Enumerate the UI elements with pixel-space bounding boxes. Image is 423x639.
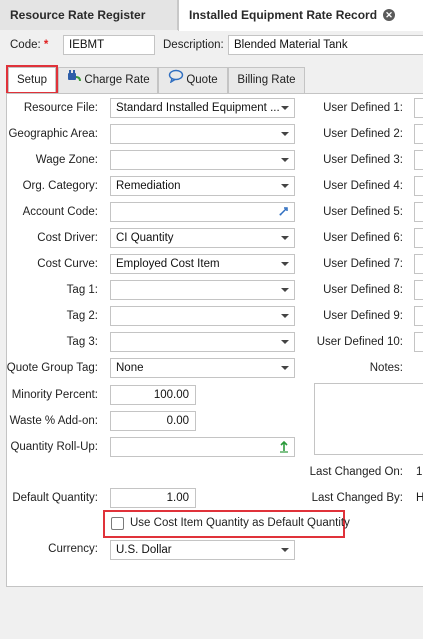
user-defined-5-field[interactable] [414,202,423,222]
last-changed-on-label: Last Changed On: [309,466,403,478]
description-label: Description: [163,39,224,51]
minority-percent-field[interactable]: 100.00 [110,385,196,405]
description-field[interactable]: Blended Material Tank [228,35,423,55]
required-asterisk: * [43,39,49,51]
chevron-down-icon[interactable] [281,184,289,188]
user-defined-9-field[interactable] [414,306,423,326]
resource-file-select[interactable]: Standard Installed Equipment ... [110,98,295,118]
user-defined-2-label: User Defined 2: [323,128,403,140]
code-label: Code: * [10,39,49,51]
quote-group-tag-select[interactable]: None [110,358,295,378]
cost-driver-label: Cost Driver: [37,232,98,244]
tag2-select[interactable] [110,306,295,326]
cost-curve-label: Cost Curve: [37,258,98,270]
lookup-icon[interactable] [278,205,290,221]
default-quantity-field[interactable]: 1.00 [110,488,196,508]
tag1-label: Tag 1: [66,284,98,296]
chevron-down-icon[interactable] [281,314,289,318]
tab-label: Charge Rate [84,74,150,87]
currency-label: Currency: [48,543,98,555]
tab-label: Installed Equipment Rate Record [189,8,378,22]
tab-label: Resource Rate Register [10,8,146,22]
user-defined-1-field[interactable] [414,98,423,118]
tab-billing-rate[interactable]: Billing Rate [228,67,305,93]
tab-quote[interactable]: Quote [158,67,228,93]
quantity-rollup-field[interactable] [110,437,295,457]
user-defined-6-label: User Defined 6: [323,232,403,244]
user-defined-2-field[interactable] [414,124,423,144]
waste-addon-label: Waste % Add-on: [9,415,98,427]
geographic-area-select[interactable] [110,124,295,144]
plug-icon [66,68,82,92]
tab-resource-rate-register[interactable]: Resource Rate Register [0,0,178,30]
user-defined-6-field[interactable] [414,228,423,248]
rollup-arrow-icon[interactable] [278,440,290,456]
wage-zone-label: Wage Zone: [35,154,98,166]
chevron-down-icon[interactable] [281,132,289,136]
code-field[interactable]: IEBMT [63,35,155,55]
wage-zone-select[interactable] [110,150,295,170]
minority-percent-label: Minority Percent: [11,389,98,401]
waste-addon-field[interactable]: 0.00 [110,411,196,431]
user-defined-4-label: User Defined 4: [323,180,403,192]
notes-textarea[interactable] [314,383,423,455]
user-defined-7-label: User Defined 7: [323,258,403,270]
user-defined-4-field[interactable] [414,176,423,196]
user-defined-8-label: User Defined 8: [323,284,403,296]
tab-label: Billing Rate [237,74,296,86]
user-defined-1-label: User Defined 1: [323,102,403,114]
quantity-rollup-label: Quantity Roll-Up: [10,441,98,453]
user-defined-7-field[interactable] [414,254,423,274]
last-changed-on-value: 1 [416,466,423,478]
use-ci-quantity-label: Use Cost Item Quantity as Default Quanti… [130,517,350,529]
resource-file-label: Resource File: [23,102,98,114]
user-defined-5-label: User Defined 5: [323,206,403,218]
user-defined-9-label: User Defined 9: [323,310,403,322]
account-code-label: Account Code: [22,206,98,218]
user-defined-3-label: User Defined 3: [323,154,403,166]
chevron-down-icon[interactable] [281,366,289,370]
user-defined-10-field[interactable] [414,332,423,352]
user-defined-3-field[interactable] [414,150,423,170]
cost-driver-select[interactable]: CI Quantity [110,228,295,248]
setup-tab-highlight [6,65,58,94]
tab-charge-rate[interactable]: Charge Rate [58,67,158,93]
tag1-select[interactable] [110,280,295,300]
cost-curve-select[interactable]: Employed Cost Item [110,254,295,274]
chevron-down-icon[interactable] [281,548,289,552]
user-defined-8-field[interactable] [414,280,423,300]
speech-bubble-icon [168,68,184,92]
tab-label: Quote [186,74,218,87]
user-defined-10-label: User Defined 10: [316,336,403,348]
close-icon[interactable]: ✕ [383,9,395,21]
document-tab-bar: Resource Rate Register Installed Equipme… [0,0,423,31]
tab-installed-equipment-rate-record[interactable]: Installed Equipment Rate Record ✕ [178,0,423,31]
use-ci-quantity-checkbox[interactable] [111,517,124,530]
geographic-area-label: Geographic Area: [8,128,98,140]
chevron-down-icon[interactable] [281,106,289,110]
tag3-select[interactable] [110,332,295,352]
notes-label: Notes: [369,362,403,374]
default-quantity-label: Default Quantity: [12,492,98,504]
currency-select[interactable]: U.S. Dollar [110,540,295,560]
last-changed-by-value: H [416,492,423,504]
chevron-down-icon[interactable] [281,158,289,162]
org-category-select[interactable]: Remediation [110,176,295,196]
org-category-label: Org. Category: [22,180,98,192]
tag3-label: Tag 3: [66,336,98,348]
account-code-field[interactable] [110,202,295,222]
chevron-down-icon[interactable] [281,236,289,240]
tag2-label: Tag 2: [66,310,98,322]
chevron-down-icon[interactable] [281,262,289,266]
chevron-down-icon[interactable] [281,340,289,344]
chevron-down-icon[interactable] [281,288,289,292]
last-changed-by-label: Last Changed By: [311,492,403,504]
quote-group-tag-label: Quote Group Tag: [6,362,98,374]
